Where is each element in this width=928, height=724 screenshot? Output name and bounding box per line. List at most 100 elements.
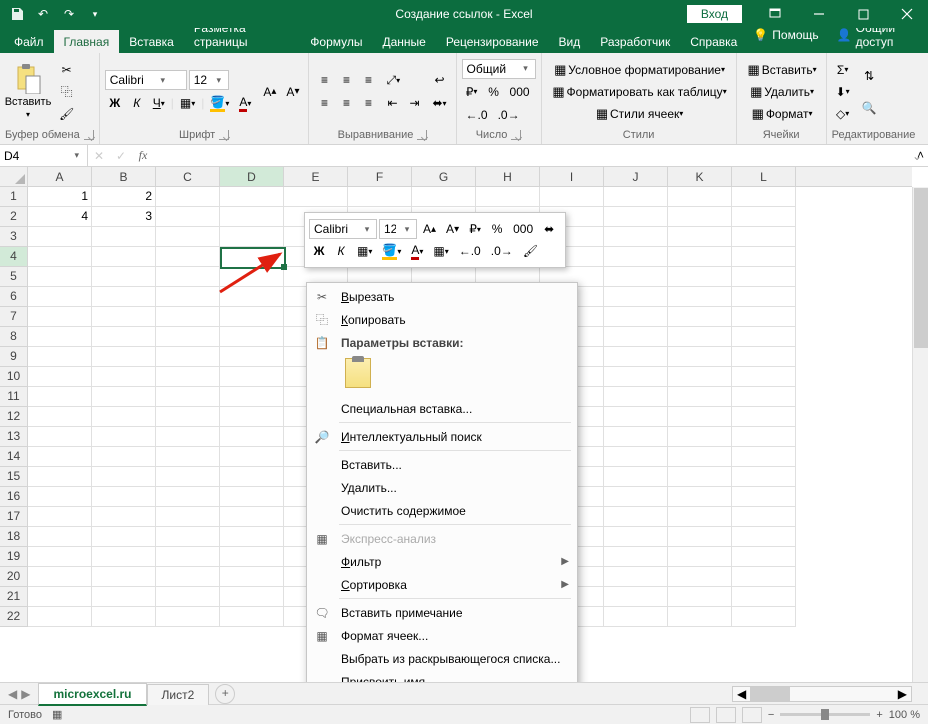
mini-size-combo[interactable]: ▾ <box>379 219 417 239</box>
cell[interactable] <box>156 227 220 247</box>
orientation-icon[interactable]: ⤢▾ <box>382 70 404 90</box>
tab-help[interactable]: Справка <box>680 30 747 53</box>
cell[interactable] <box>28 367 92 387</box>
cell[interactable] <box>732 227 796 247</box>
cell[interactable] <box>156 587 220 607</box>
cell[interactable] <box>220 207 284 227</box>
ctx-format-cells[interactable]: ▦Формат ячеек... <box>307 624 577 647</box>
dialog-launcher-icon[interactable] <box>219 130 229 140</box>
cell[interactable] <box>604 307 668 327</box>
cell[interactable] <box>604 427 668 447</box>
cell[interactable] <box>92 547 156 567</box>
row-header[interactable]: 18 <box>0 527 28 547</box>
mini-painter-icon[interactable]: 🖌 <box>519 241 542 261</box>
cell[interactable] <box>668 307 732 327</box>
cell[interactable] <box>732 427 796 447</box>
cell[interactable]: 4 <box>28 207 92 227</box>
ctx-insert[interactable]: Вставить... <box>307 453 577 476</box>
row-header[interactable]: 3 <box>0 227 28 247</box>
find-select-icon[interactable]: 🔍 <box>858 93 881 123</box>
column-header[interactable]: F <box>348 167 412 186</box>
cell[interactable] <box>220 247 284 267</box>
conditional-formatting-button[interactable]: ▦Условное форматирование▾ <box>547 60 731 80</box>
cell[interactable] <box>92 447 156 467</box>
row-header[interactable]: 11 <box>0 387 28 407</box>
cell[interactable] <box>92 467 156 487</box>
cell[interactable] <box>156 567 220 587</box>
fill-color-button[interactable]: 🪣▾ <box>206 93 233 113</box>
font-name-combo[interactable]: ▾ <box>105 70 187 90</box>
cell[interactable] <box>28 287 92 307</box>
ctx-dropdown-list[interactable]: Выбрать из раскрывающегося списка... <box>307 647 577 670</box>
column-header[interactable]: G <box>412 167 476 186</box>
cell[interactable] <box>668 407 732 427</box>
cell[interactable] <box>28 447 92 467</box>
maximize-button[interactable] <box>842 0 884 28</box>
percent-icon[interactable]: % <box>484 82 504 102</box>
format-as-table-button[interactable]: ▦Форматировать как таблицу▾ <box>547 82 731 102</box>
cell[interactable] <box>668 227 732 247</box>
cell[interactable] <box>668 327 732 347</box>
cell[interactable] <box>92 347 156 367</box>
cell[interactable] <box>156 547 220 567</box>
collapse-ribbon-icon[interactable]: ˄ <box>917 148 924 162</box>
mini-border-icon[interactable]: ▦▾ <box>353 241 376 261</box>
cell[interactable] <box>668 467 732 487</box>
new-sheet-button[interactable]: + <box>215 684 235 704</box>
cell[interactable] <box>220 587 284 607</box>
cell[interactable] <box>604 487 668 507</box>
cell[interactable] <box>28 267 92 287</box>
mini-grow-font-icon[interactable]: A▴ <box>419 219 440 239</box>
row-header[interactable]: 16 <box>0 487 28 507</box>
cell[interactable] <box>604 187 668 207</box>
insert-cells-button[interactable]: ▦Вставить▾ <box>742 60 821 80</box>
cell[interactable] <box>220 547 284 567</box>
cell[interactable] <box>668 347 732 367</box>
bold-button[interactable]: Ж <box>105 93 125 113</box>
cell[interactable] <box>668 447 732 467</box>
zoom-level[interactable]: 100 % <box>889 709 920 721</box>
normal-view-icon[interactable] <box>690 707 710 723</box>
ctx-filter[interactable]: Фильтр▶ <box>307 550 577 573</box>
font-color-button[interactable]: А▾ <box>235 93 255 113</box>
cell[interactable] <box>92 307 156 327</box>
italic-button[interactable]: К <box>127 93 147 113</box>
cell[interactable] <box>668 187 732 207</box>
cell[interactable] <box>156 367 220 387</box>
row-header[interactable]: 2 <box>0 207 28 227</box>
cell[interactable] <box>604 247 668 267</box>
cell[interactable] <box>668 367 732 387</box>
cut-icon[interactable]: ✂ <box>55 60 78 80</box>
page-break-icon[interactable] <box>742 707 762 723</box>
underline-button[interactable]: Ч▾ <box>149 93 169 113</box>
number-format-combo[interactable]: ▾ <box>462 59 536 79</box>
paste-button[interactable]: Вставить ▾ <box>5 60 51 124</box>
cell[interactable] <box>28 407 92 427</box>
align-top-icon[interactable]: ≡ <box>314 70 334 90</box>
cell[interactable] <box>732 247 796 267</box>
cell[interactable] <box>92 607 156 627</box>
cell[interactable] <box>156 607 220 627</box>
cell[interactable] <box>28 327 92 347</box>
cell[interactable] <box>732 327 796 347</box>
save-icon[interactable] <box>6 3 28 25</box>
cell[interactable] <box>92 247 156 267</box>
autosum-icon[interactable]: Σ▾ <box>832 60 854 80</box>
cell[interactable] <box>28 427 92 447</box>
cell[interactable] <box>220 187 284 207</box>
cancel-formula-icon[interactable]: ✕ <box>88 149 110 163</box>
cell[interactable] <box>668 607 732 627</box>
chevron-down-icon[interactable]: ▾ <box>70 150 83 161</box>
font-size-combo[interactable]: ▾ <box>189 70 229 90</box>
cell[interactable] <box>28 547 92 567</box>
select-all-corner[interactable] <box>0 167 28 186</box>
cell[interactable] <box>92 427 156 447</box>
cell[interactable] <box>92 227 156 247</box>
cell[interactable] <box>732 307 796 327</box>
cell[interactable] <box>732 587 796 607</box>
align-middle-icon[interactable]: ≡ <box>336 70 356 90</box>
row-header[interactable]: 4 <box>0 247 28 267</box>
cell[interactable] <box>28 247 92 267</box>
cell[interactable] <box>156 527 220 547</box>
cell[interactable] <box>604 587 668 607</box>
